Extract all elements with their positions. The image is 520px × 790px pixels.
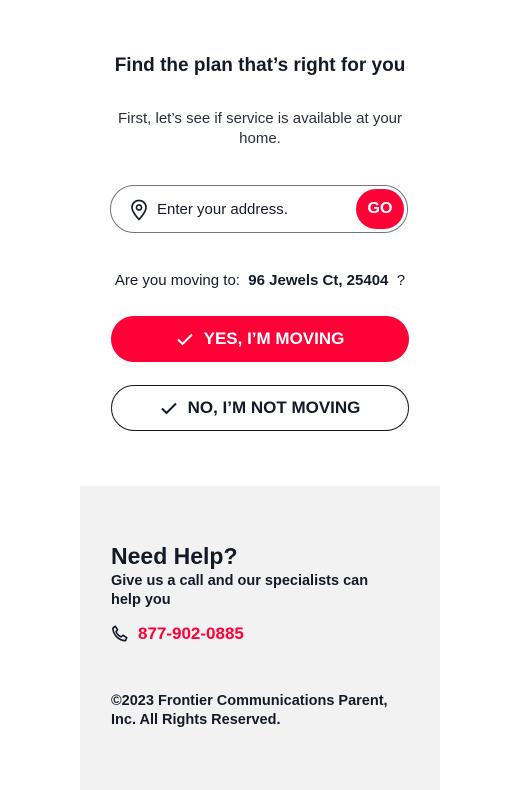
moving-question: Are you moving to: 96 Jewels Ct, 25404 ? xyxy=(60,272,460,289)
yes-moving-label: YES, I’M MOVING xyxy=(203,329,345,348)
not-moving-label: NO, I’M NOT MOVING xyxy=(187,398,361,417)
phone-row: 877-902-0885 xyxy=(110,624,244,644)
page-title: Find the plan that’s right for you xyxy=(114,55,406,76)
moving-question-suffix: ? xyxy=(396,272,406,289)
go-button[interactable]: GO xyxy=(356,189,404,229)
address-input[interactable] xyxy=(157,194,347,224)
check-icon xyxy=(176,333,193,346)
moving-question-prefix: Are you moving to: xyxy=(114,272,240,289)
moving-address: 96 Jewels Ct, 25404 xyxy=(248,272,389,289)
phone-link[interactable]: 877-902-0885 xyxy=(138,624,244,644)
help-title: Need Help? xyxy=(111,543,238,569)
help-text: Give us a call and our specialists can h… xyxy=(111,573,369,608)
help-panel: Need Help? Give us a call and our specia… xyxy=(80,486,440,790)
phone-icon xyxy=(110,624,130,644)
copyright-text: ©2023 Frontier Communications Parent, In… xyxy=(111,693,388,728)
page-subtitle: First, let’s see if service is available… xyxy=(118,110,402,147)
yes-moving-button[interactable]: YES, I’M MOVING xyxy=(111,316,409,362)
location-pin-icon xyxy=(129,199,149,221)
not-moving-button[interactable]: NO, I’M NOT MOVING xyxy=(111,385,409,431)
address-search-box: GO xyxy=(110,185,408,233)
check-icon xyxy=(160,402,177,415)
